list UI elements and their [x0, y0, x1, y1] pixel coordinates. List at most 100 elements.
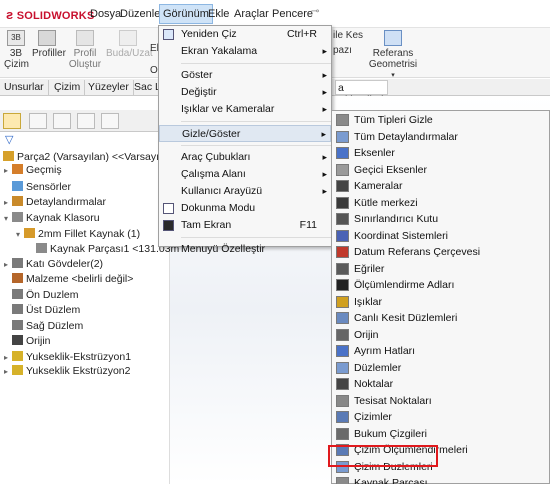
tree-item[interactable]: ▸ Katı Gövdeler(2)	[4, 258, 103, 270]
trim-extend-button[interactable]: Buda/Uzat	[106, 30, 153, 59]
tree-node-icon	[12, 181, 23, 191]
submenu-arrow-icon: ▸	[321, 129, 326, 139]
tree-item[interactable]: ▸ Yukseklik-Ekstrüzyon1	[4, 351, 131, 363]
tree-caret-icon[interactable]: ▾	[16, 230, 24, 239]
tree-item[interactable]: Sağ Düzlem	[4, 320, 83, 332]
submenu-item[interactable]: Tüm Tipleri Gizle	[332, 112, 549, 129]
feature-manager-tab-icon[interactable]	[3, 113, 21, 129]
submenu-item-icon	[336, 427, 349, 440]
tree-item[interactable]: ▾ Kaynak Klasoru	[4, 212, 100, 224]
tree-item[interactable]: Kaynak Parçası1 <131.03m	[28, 243, 179, 255]
tree-item[interactable]: ▸ Yukseklik Ekstrüzyon2	[4, 365, 130, 377]
submenu-item-label: Geçici Eksenler	[354, 163, 427, 176]
view-menu-item[interactable]: Araç Çubukları ▸	[159, 149, 331, 166]
view-menu-item[interactable]: Menuyü Özelleştir	[159, 241, 331, 258]
view-menu-item[interactable]: Tam Ekran F11	[159, 217, 331, 234]
menu-shortcut: Ctrl+R	[286, 28, 317, 40]
create-profile-button[interactable]: Profil Oluştur	[66, 30, 104, 70]
tree-caret-icon[interactable]: ▸	[4, 353, 12, 362]
configuration-manager-tab-icon[interactable]	[53, 113, 71, 129]
property-manager-tab-icon[interactable]	[29, 113, 47, 129]
tree-caret-icon[interactable]: ▾	[4, 214, 12, 223]
submenu-item[interactable]: Ölçümlendirme Adları	[332, 277, 549, 294]
tab-cizim[interactable]: Çizim	[50, 80, 86, 95]
tab-yuzeyler[interactable]: Yüzeyler	[84, 80, 134, 95]
submenu-item[interactable]: Geçici Eksenler	[332, 162, 549, 179]
profiles-button[interactable]: Profiller	[32, 30, 66, 59]
dimxpert-tab-icon[interactable]	[77, 113, 95, 129]
submenu-item[interactable]: Kütle merkezi	[332, 195, 549, 212]
pin-icon[interactable]: ⊸	[311, 6, 319, 17]
filter-icon[interactable]: ▽	[5, 133, 13, 146]
submenu-item[interactable]: Kameralar	[332, 178, 549, 195]
tree-caret-icon[interactable]: ▸	[4, 260, 12, 269]
submenu-item[interactable]: Datum Referans Çerçevesi	[332, 244, 549, 261]
view-menu-item[interactable]: Dokunma Modu	[159, 200, 331, 217]
tree-node-icon	[12, 196, 23, 206]
submenu-item-icon	[336, 213, 349, 225]
tree-node-icon	[12, 335, 23, 345]
3d-sketch-button[interactable]: 3B 3B Çizim	[4, 30, 29, 70]
submenu-item-icon	[336, 114, 349, 126]
submenu-item[interactable]: Kaynak Parçası	[332, 475, 549, 484]
tree-item[interactable]: Orijin	[4, 335, 51, 347]
submenu-item-label: Eğriler	[354, 262, 385, 275]
display-manager-tab-icon[interactable]	[101, 113, 119, 129]
tree-item[interactable]: ▸ Geçmiş	[4, 164, 62, 176]
menu-dosya[interactable]: Dosya	[90, 8, 121, 20]
tree-caret-icon[interactable]: ▸	[4, 367, 12, 376]
logo-text: SOLIDWORKS	[16, 10, 95, 22]
tree-caret-icon[interactable]: ▸	[4, 166, 12, 175]
cut-with-button[interactable]: ile Kes pazı	[333, 30, 363, 56]
trim-extend-icon	[119, 30, 137, 46]
view-menu-item[interactable]: Işıklar ve Kameralar ▸	[159, 101, 331, 118]
tree-node-icon	[36, 243, 47, 253]
reference-geometry-button[interactable]: Referans Geometrisi ▾	[368, 30, 418, 81]
submenu-item[interactable]: Orijin	[332, 327, 549, 344]
submenu-item[interactable]: Sınırlandırıcı Kutu	[332, 211, 549, 228]
view-menu-item[interactable]: Ekran Yakalama ▸	[159, 43, 331, 60]
tree-item[interactable]: Sensörler	[4, 181, 71, 193]
submenu-item-icon	[336, 196, 349, 209]
submenu-item[interactable]: Bukum Çizgileri	[332, 426, 549, 443]
submenu-item[interactable]: Ayrım Hatları	[332, 343, 549, 360]
submenu-arrow-icon: ▸	[322, 87, 327, 97]
view-menu-item[interactable]: Çalışma Alanı ▸	[159, 166, 331, 183]
menu-duzenle[interactable]: Düzenle	[120, 8, 160, 20]
menu-gorunum[interactable]: Görünüm	[159, 4, 213, 24]
menu-araclar[interactable]: Araçlar	[234, 8, 269, 20]
menu-pencere[interactable]: Pencere	[272, 8, 313, 20]
tree-item[interactable]: ▾ 2mm Fillet Kaynak (1)	[16, 228, 140, 240]
submenu-item-label: Canlı Kesit Düzlemleri	[354, 312, 458, 324]
tree-item[interactable]: ▸ Detaylandırmalar	[4, 196, 106, 208]
menu-item-label: Yeniden Çiz	[181, 28, 237, 40]
submenu-item[interactable]: Düzlemler	[332, 360, 549, 377]
view-menu-item[interactable]: Kullanıcı Arayüzü ▸	[159, 183, 331, 200]
submenu-item[interactable]: Eksenler	[332, 145, 549, 162]
submenu-item[interactable]: Koordinat Sistemleri	[332, 228, 549, 245]
tree-item[interactable]: Malzeme <belirli değil>	[4, 273, 133, 285]
submenu-arrow-icon: ▸	[322, 186, 327, 196]
tab-unsurlar[interactable]: Unsurlar	[0, 80, 49, 95]
view-menu-item[interactable]: Yeniden Çiz Ctrl+R	[159, 26, 331, 43]
tab-eklentiler[interactable]: a Eklentileri	[335, 80, 388, 106]
view-menu-item[interactable]: Gizle/Göster ▸	[159, 125, 331, 142]
submenu-item[interactable]: Tüm Detaylandırmalar	[332, 129, 549, 146]
submenu-item[interactable]: Işıklar	[332, 294, 549, 311]
tree-item-label: Malzeme <belirli değil>	[26, 273, 134, 285]
submenu-item[interactable]: Tesisat Noktaları	[332, 393, 549, 410]
submenu-item-icon	[336, 147, 349, 159]
tree-item[interactable]: Ön Duzlem	[4, 289, 79, 301]
menu-ekle[interactable]: Ekle	[208, 8, 229, 20]
submenu-item[interactable]: Eğriler	[332, 261, 549, 278]
menu-item-label: Ekran Yakalama	[181, 45, 258, 57]
submenu-item[interactable]: Noktalar	[332, 376, 549, 393]
menu-separator	[181, 121, 331, 122]
tree-item[interactable]: Üst Düzlem	[4, 304, 80, 316]
submenu-item[interactable]: Canlı Kesit Düzlemleri	[332, 310, 549, 327]
tree-caret-icon[interactable]: ▸	[4, 198, 12, 207]
view-menu-item[interactable]: Göster ▸	[159, 67, 331, 84]
submenu-item[interactable]: Çizimler	[332, 409, 549, 426]
submenu-item-label: Düzlemler	[354, 361, 402, 374]
view-menu-item[interactable]: Değiştir ▸	[159, 84, 331, 101]
